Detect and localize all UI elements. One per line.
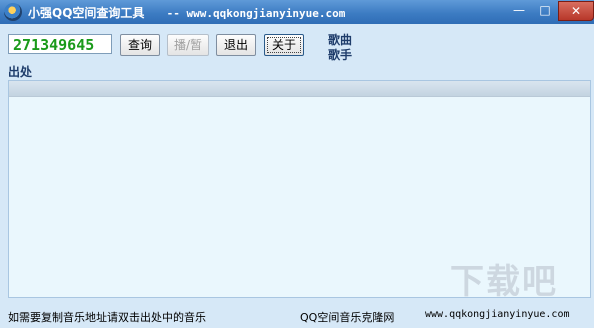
app-icon bbox=[4, 3, 22, 21]
source-label: 出处 bbox=[8, 65, 33, 79]
close-button[interactable]: ✕ bbox=[558, 1, 594, 21]
minimize-button[interactable]: — bbox=[506, 1, 532, 19]
window-title: 小强QQ空间查询工具 -- www.qqkongjianyinyue.com bbox=[28, 4, 345, 21]
maximize-button[interactable]: □ bbox=[532, 1, 558, 19]
qq-number-input[interactable]: 271349645 bbox=[8, 34, 112, 54]
window-title-url: -- www.qqkongjianyinyue.com bbox=[166, 7, 346, 20]
about-button[interactable]: 关于 bbox=[264, 34, 304, 56]
status-site-name: QQ空间音乐克隆网 bbox=[300, 311, 395, 324]
query-button[interactable]: 查询 bbox=[120, 34, 160, 56]
watermark-logo: 下载吧 bbox=[450, 262, 558, 302]
window-title-text: 小强QQ空间查询工具 bbox=[28, 6, 145, 20]
status-site-url[interactable]: www.qqkongjianyinyue.com bbox=[425, 309, 570, 320]
exit-button[interactable]: 退出 bbox=[216, 34, 256, 56]
title-bar[interactable]: 小强QQ空间查询工具 -- www.qqkongjianyinyue.com —… bbox=[0, 0, 594, 24]
singer-label: 歌手 bbox=[328, 48, 353, 62]
status-bar: 如需要复制音乐地址请双击出处中的音乐 QQ空间音乐克隆网 www.qqkongj… bbox=[0, 300, 594, 328]
list-header bbox=[9, 81, 590, 97]
status-hint: 如需要复制音乐地址请双击出处中的音乐 bbox=[8, 311, 206, 324]
play-pause-button[interactable]: 播/暂 bbox=[167, 34, 209, 56]
